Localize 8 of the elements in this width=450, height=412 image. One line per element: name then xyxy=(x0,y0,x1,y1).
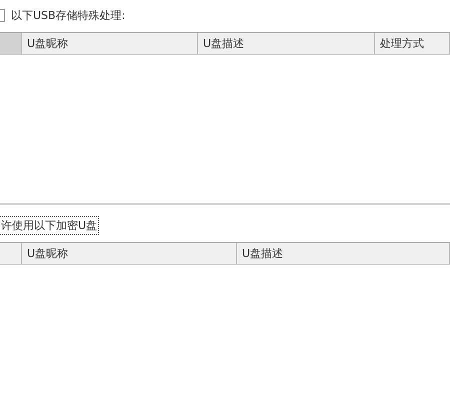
column-header[interactable] xyxy=(0,33,22,54)
column-header[interactable]: U盘昵称 xyxy=(22,243,237,264)
section-label: 以下USB存储特殊处理: xyxy=(10,8,126,24)
checkbox-label[interactable]: 许使用以下加密U盘 xyxy=(0,216,98,234)
column-header[interactable]: U盘昵称 xyxy=(22,33,198,54)
column-header[interactable]: 处理方式 xyxy=(375,33,450,54)
column-header[interactable]: U盘描述 xyxy=(237,243,450,264)
column-header[interactable]: U盘描述 xyxy=(198,33,375,54)
